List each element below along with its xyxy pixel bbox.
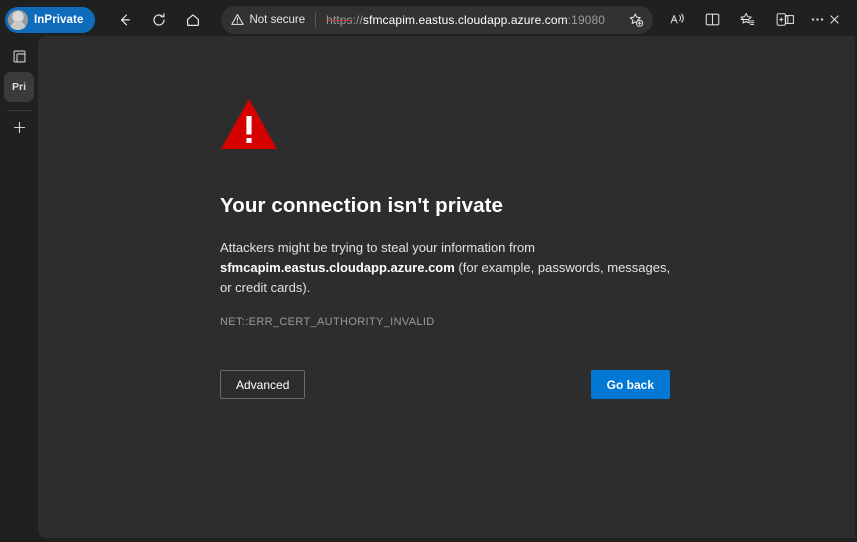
browser-tab-label: Pri (11, 81, 26, 93)
close-button[interactable] (812, 0, 857, 39)
tab-actions-button[interactable] (5, 43, 33, 69)
navigation-buttons (109, 4, 209, 36)
advanced-button[interactable]: Advanced (220, 370, 306, 399)
browser-titlebar: InPrivate Not secure https://sfmcapim.ea… (0, 0, 857, 39)
browser-window: InPrivate Not secure https://sfmcapim.ea… (0, 0, 857, 542)
maximize-icon (785, 15, 794, 24)
error-description: Attackers might be trying to steal your … (220, 238, 674, 298)
minimize-icon (740, 19, 749, 20)
go-back-button[interactable]: Go back (590, 370, 670, 399)
error-action-buttons: Advanced Go back (220, 370, 670, 399)
site-security-label: Not secure (249, 13, 306, 26)
inprivate-profile-button[interactable]: InPrivate (5, 6, 96, 33)
new-tab-button[interactable] (5, 114, 33, 140)
error-description-before: Attackers might be trying to steal your … (220, 240, 536, 255)
window-controls (722, 0, 857, 39)
browser-tab-inprivate[interactable]: Pri (4, 72, 34, 102)
error-code: NET::ERR_CERT_AUTHORITY_INVALID (220, 316, 435, 328)
split-screen-icon (705, 13, 720, 26)
refresh-icon (153, 12, 166, 26)
error-hostname: sfmcapim.eastus.cloudapp.azure.com (220, 260, 455, 275)
add-favorite-button[interactable] (623, 8, 649, 32)
home-button[interactable] (177, 4, 209, 36)
url-host: sfmcapim.eastus.cloudapp.azure.com (362, 12, 568, 27)
tab-actions-icon (13, 50, 25, 62)
warning-triangle-icon (231, 14, 245, 25)
arrow-left-icon (121, 13, 131, 25)
star-plus-icon (630, 13, 644, 27)
page-title: Your connection isn't private (220, 194, 504, 217)
read-aloud-icon (670, 13, 684, 24)
address-bar[interactable]: Not secure https://sfmcapim.eastus.cloud… (221, 5, 654, 34)
url-port: :19080 (567, 12, 606, 27)
site-security-button[interactable]: Not secure (231, 13, 305, 26)
rail-divider (7, 110, 31, 111)
maximize-button[interactable] (767, 0, 812, 39)
warning-triangle-icon (220, 98, 674, 156)
refresh-button[interactable] (143, 4, 175, 36)
home-icon (187, 13, 200, 26)
read-aloud-button[interactable] (661, 4, 693, 36)
minimize-button[interactable] (722, 0, 767, 39)
certificate-error-page: Your connection isn't private Attackers … (220, 98, 674, 399)
close-icon (830, 15, 839, 24)
avatar-icon (8, 9, 28, 30)
url-scheme: https (326, 12, 353, 27)
plus-icon (13, 121, 25, 133)
address-divider (315, 12, 317, 27)
inprivate-label: InPrivate (34, 13, 84, 26)
vertical-tab-rail: Pri (0, 39, 38, 542)
back-button[interactable] (109, 4, 141, 36)
url-text[interactable]: https://sfmcapim.eastus.cloudapp.azure.c… (326, 13, 623, 27)
page-content-area: Your connection isn't private Attackers … (38, 36, 855, 538)
url-separator: :// (352, 12, 363, 27)
